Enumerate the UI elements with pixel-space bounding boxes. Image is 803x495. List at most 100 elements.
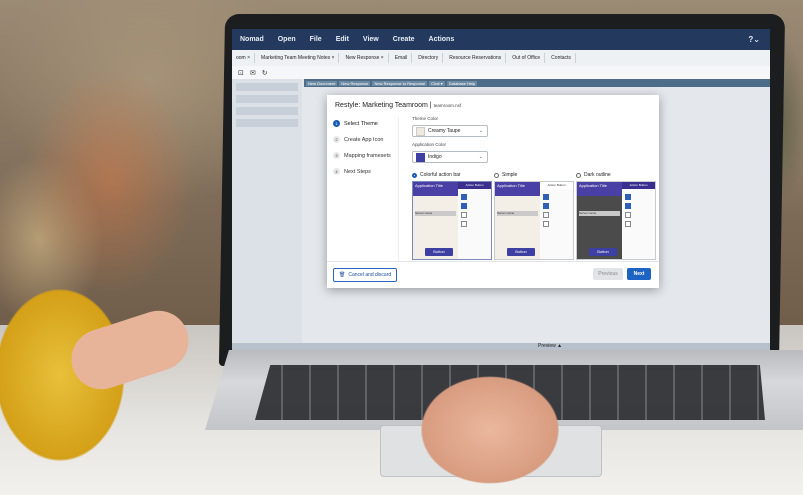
preview-checkbox: [625, 203, 631, 209]
step-number: 4: [333, 168, 340, 175]
preview-checkbox: [543, 221, 549, 227]
restyle-dialog: Restyle: Marketing Teamroom | teamroom.n…: [327, 95, 659, 288]
step-number: 1: [333, 120, 340, 127]
menu-nomad[interactable]: Nomad: [240, 36, 264, 43]
app-color-label: Application Color: [412, 142, 447, 147]
step-select-theme[interactable]: 1 Select Theme: [333, 120, 378, 127]
laptop-screen: Nomad Open File Edit View Create Actions…: [232, 29, 770, 355]
new-response-button[interactable]: New Response: [339, 80, 371, 86]
chevron-down-icon: ⌄: [478, 128, 483, 134]
option-simple[interactable]: Simple: [494, 172, 517, 178]
tab-resource-reservations[interactable]: Resource Reservations: [445, 53, 507, 63]
option-label: Colorful action bar: [420, 172, 461, 178]
tab-teamroom[interactable]: oom ×: [232, 53, 256, 63]
database-help-button[interactable]: Database Help: [446, 80, 478, 86]
right-hand: [400, 360, 580, 495]
previous-button[interactable]: Previous: [593, 268, 623, 280]
preview-title: Application Title: [413, 182, 459, 196]
chat-button[interactable]: Chat ▾: [429, 80, 445, 86]
background-scene: Nomad Open File Edit View Create Actions…: [0, 0, 803, 495]
sidebar-row[interactable]: [236, 119, 298, 127]
preview-toggle[interactable]: Preview ▲: [538, 343, 562, 349]
menu-bar: Nomad Open File Edit View Create Actions…: [232, 29, 770, 50]
tab-new-response[interactable]: New Response ×: [341, 53, 389, 63]
preview-checkbox: [625, 212, 631, 218]
navigation-sidebar: [232, 79, 302, 349]
option-colorful-action-bar[interactable]: Colorful action bar: [412, 172, 461, 178]
sidebar-row[interactable]: [236, 107, 298, 115]
toolbar: ⊡ ✉ ↻: [232, 66, 770, 79]
question-circle-icon[interactable]: ?⌄: [748, 35, 760, 44]
menu-view[interactable]: View: [363, 36, 379, 43]
preview-button: Button: [507, 248, 535, 256]
preview-checkbox: [543, 212, 549, 218]
action-bar: New Document New Response New Response t…: [304, 79, 770, 87]
tab-directory[interactable]: Directory: [414, 53, 444, 63]
option-label: Dark outline: [584, 172, 611, 178]
step-label: Next Steps: [344, 168, 371, 175]
preview-server: Server name: [579, 211, 620, 216]
chevron-down-icon: ⌄: [478, 154, 483, 160]
tab-out-of-office[interactable]: Out of Office: [508, 53, 546, 63]
tab-meeting-notes[interactable]: Marketing Team Meeting Notes ×: [257, 53, 340, 63]
preview-checkbox: [461, 212, 467, 218]
menu-edit[interactable]: Edit: [336, 36, 349, 43]
radio-selected-icon: [412, 172, 417, 178]
sidebar-row[interactable]: [236, 83, 298, 91]
preview-title: Application Title: [495, 182, 541, 196]
tab-email[interactable]: Email: [391, 53, 413, 63]
theme-color-value: Creamy Taupe: [428, 128, 461, 134]
option-label: Simple: [502, 172, 518, 178]
radio-icon: [576, 172, 581, 178]
menu-create[interactable]: Create: [393, 36, 415, 43]
step-create-app-icon[interactable]: 2 Create App Icon: [333, 136, 383, 143]
preview-action: Action Button: [458, 182, 491, 189]
cancel-label: Cancel and discard: [348, 272, 392, 278]
step-number: 2: [333, 136, 340, 143]
preview-action: Action Button: [622, 182, 655, 189]
step-mapping-framesets[interactable]: 3 Mapping framesets: [333, 152, 391, 159]
grid-icon[interactable]: ⊡: [238, 69, 244, 77]
cancel-and-discard-button[interactable]: 🗑 Cancel and discard: [333, 268, 398, 282]
preview-title: Application Title: [577, 182, 623, 196]
preview-colorful[interactable]: Application Title Action Button Server n…: [412, 181, 492, 260]
tab-strip: oom × Marketing Team Meeting Notes × New…: [232, 50, 770, 67]
step-number: 3: [333, 152, 340, 159]
dialog-subtitle: teamroom.nsf: [433, 103, 462, 108]
trash-icon: 🗑: [339, 272, 346, 278]
preview-server: Server name: [497, 211, 538, 216]
radio-icon: [494, 172, 499, 178]
preview-checkbox: [461, 221, 467, 227]
step-label: Create App Icon: [344, 136, 384, 143]
mail-icon[interactable]: ✉: [250, 69, 256, 77]
next-button[interactable]: Next: [627, 268, 651, 280]
preview-simple[interactable]: Application Title Action Button Server n…: [494, 181, 574, 260]
menu-file[interactable]: File: [310, 36, 322, 43]
sidebar-row[interactable]: [236, 95, 298, 103]
footer-divider: [327, 261, 659, 262]
preview-dark-outline[interactable]: Application Title Action Button Server n…: [576, 181, 656, 260]
preview-checkbox: [461, 203, 467, 209]
menu-actions[interactable]: Actions: [429, 36, 455, 43]
new-document-button[interactable]: New Document: [306, 80, 338, 86]
preview-server: Server name: [415, 211, 456, 216]
app-color-value: Indigo: [428, 154, 442, 160]
menu-open[interactable]: Open: [278, 36, 296, 43]
preview-action: Action Button: [540, 182, 573, 189]
preview-checkbox: [625, 194, 631, 200]
theme-color-label: Theme Color: [412, 116, 439, 121]
theme-color-select[interactable]: Creamy Taupe ⌄: [412, 125, 488, 137]
theme-color-swatch: [416, 126, 425, 136]
app-color-select[interactable]: Indigo ⌄: [412, 151, 488, 163]
preview-button: Button: [589, 248, 617, 256]
option-dark-outline[interactable]: Dark outline: [576, 172, 611, 178]
step-next-steps[interactable]: 4 Next Steps: [333, 168, 371, 175]
status-bar: Preview ▲: [232, 343, 770, 351]
new-response-to-response-button[interactable]: New Response to Response: [372, 80, 428, 86]
tab-contacts[interactable]: Contacts: [547, 53, 576, 63]
preview-checkbox: [461, 194, 467, 200]
dialog-title: Restyle: Marketing Teamroom | teamroom.n…: [335, 102, 462, 109]
step-divider: [398, 117, 399, 261]
step-label: Mapping framesets: [344, 152, 391, 159]
refresh-icon[interactable]: ↻: [262, 69, 268, 77]
